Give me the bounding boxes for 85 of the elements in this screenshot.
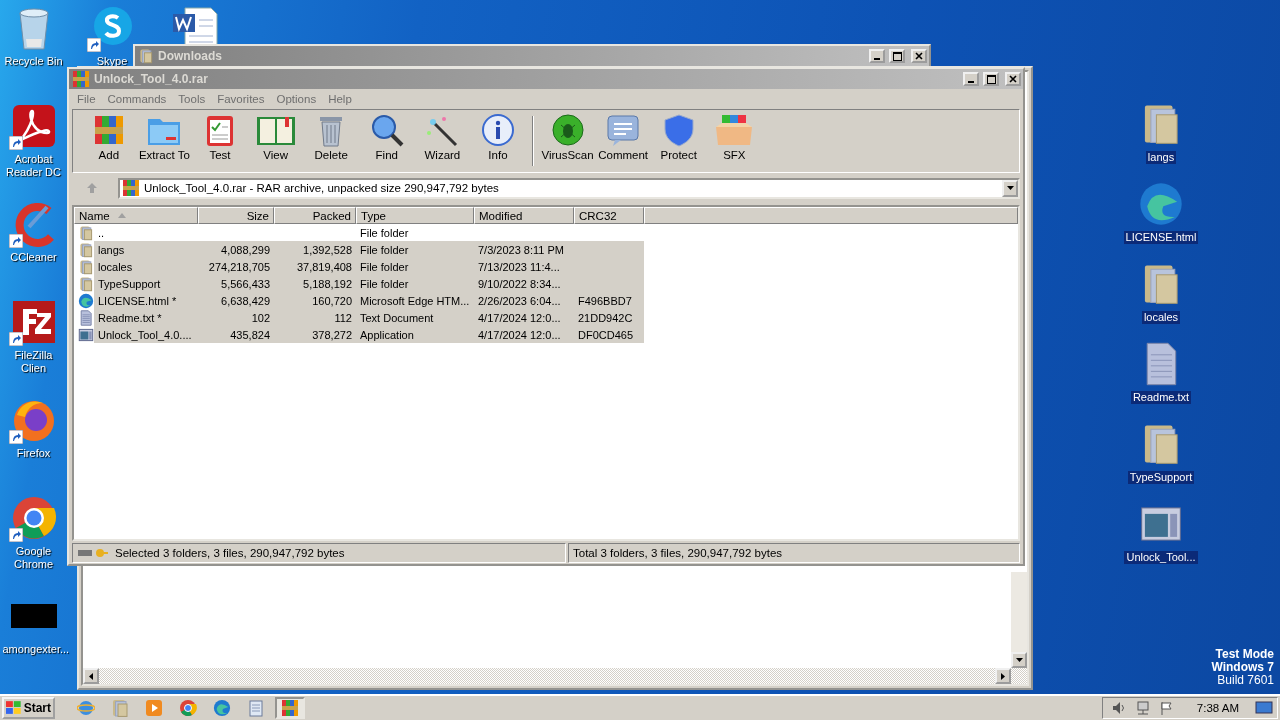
column-header[interactable]: Packed: [274, 207, 356, 224]
column-header[interactable]: Name: [74, 207, 198, 224]
file-row[interactable]: Unlock_Tool_4.0.... 435,824 378,272 Application 4/17/2024 12:0... DF0CD465: [94, 326, 644, 343]
desktop-icon-label[interactable]: Readme.txt: [1130, 391, 1192, 404]
table-cell-text: 4,088,299: [220, 242, 271, 258]
table-cell-text: F496BBD7: [577, 293, 633, 309]
column-header[interactable]: Size: [198, 207, 274, 224]
address-field[interactable]: Unlock_Tool_4.0.rar - RAR archive, unpacked size 290,947,792 bytes: [118, 177, 1020, 199]
table-cell-text: 7/3/2023 8:11 PM: [477, 242, 566, 258]
desktop-icon-label[interactable]: Acrobat Reader DC: [0, 153, 67, 179]
desktop-icon-label[interactable]: Google Chrome: [0, 545, 67, 571]
toolbar-button[interactable]: Find: [358, 110, 415, 172]
table-cell-text: 1,392,528: [302, 242, 353, 258]
table-cell-text: 102: [250, 310, 271, 326]
table-cell-text: 21DD942C: [577, 310, 634, 326]
table-cell-text: 2/26/2023 6:04...: [477, 293, 562, 309]
table-cell-text: 378,272: [311, 327, 353, 343]
toolbar-button[interactable]: Delete: [303, 110, 359, 172]
toolbar-button[interactable]: Comment: [595, 110, 651, 172]
menu-item[interactable]: Options: [271, 93, 322, 105]
desktop-icon-label[interactable]: amongexter...: [0, 643, 67, 656]
file-row[interactable]: LICENSE.html * 6,638,429 160,720 Microsoft Edge HTM... 2/26/2023 6:04... F496BBD7: [94, 292, 644, 309]
column-header[interactable]: CRC32: [574, 207, 644, 224]
watermark-text: Build 7601: [1217, 674, 1274, 687]
desktop-icon-label[interactable]: CCleaner: [8, 251, 59, 264]
table-cell-text: 9/10/2022 8:34...: [477, 276, 562, 292]
toolbar-button[interactable]: SFX: [706, 110, 763, 172]
file-name: locales: [97, 259, 134, 275]
table-cell-text: File folder: [359, 259, 410, 275]
desktop-icon-label[interactable]: LICENSE.html: [1123, 231, 1199, 244]
toolbar-button[interactable]: Extract To: [136, 110, 193, 172]
table-cell-text: 4/17/2024 12:0...: [477, 327, 562, 343]
toolbar-button[interactable]: Add: [81, 110, 137, 172]
table-cell-text: 274,218,705: [207, 259, 271, 275]
file-row[interactable]: Readme.txt * 102 112 Text Document 4/17/2024 12:0... 21DD942C: [94, 309, 644, 326]
file-name: Unlock_Tool_4.0....: [97, 327, 193, 343]
file-row[interactable]: locales 274,218,705 37,819,408 File folder 7/13/2023 11:4...: [94, 258, 644, 275]
table-cell-text: 5,188,192: [302, 276, 353, 292]
desktop-icon-label[interactable]: FileZilla Clien: [0, 349, 67, 375]
desktop-icon-label[interactable]: locales: [1141, 311, 1181, 324]
file-name: ..: [97, 225, 106, 241]
table-cell-text: 37,819,408: [295, 259, 353, 275]
file-name: Readme.txt *: [97, 310, 163, 326]
desktop-icon-label[interactable]: Skype: [94, 55, 130, 68]
table-cell-text: Application: [359, 327, 415, 343]
watermark-text: Windows 7: [1211, 661, 1274, 674]
window-title: Unlock_Tool_4.0.rar: [94, 72, 209, 86]
table-cell-text: 6,638,429: [220, 293, 271, 309]
file-row[interactable]: TypeSupport 5,566,433 5,188,192 File folder 9/10/2022 8:34...: [94, 275, 644, 292]
table-cell-text: 160,720: [311, 293, 353, 309]
table-cell-text: File folder: [359, 225, 410, 241]
status-text: Total 3 folders, 3 files, 290,947,792 bytes: [568, 543, 1020, 563]
toolbar-button[interactable]: Test: [192, 110, 248, 172]
toolbar-button[interactable]: Info: [470, 110, 526, 172]
table-cell-text: 112: [333, 310, 353, 326]
table-cell-text: 5,566,433: [220, 276, 271, 292]
file-row[interactable]: .. File folder: [94, 224, 644, 241]
toolbar-button[interactable]: VirusScan: [539, 110, 596, 172]
table-cell-text: DF0CD465: [577, 327, 635, 343]
table-cell-text: File folder: [359, 242, 410, 258]
desktop-icon-label[interactable]: langs: [1145, 151, 1177, 164]
toolbar-button[interactable]: View: [247, 110, 304, 172]
desktop-icon-label[interactable]: Firefox: [14, 447, 53, 460]
watermark-text: Test Mode: [1215, 648, 1274, 661]
status-text: Selected 3 folders, 3 files, 290,947,792 bytes: [115, 547, 345, 559]
column-header[interactable]: Modified: [474, 207, 574, 224]
toolbar-button[interactable]: Protect: [650, 110, 707, 172]
file-name: TypeSupport: [97, 276, 162, 292]
table-cell-text: 435,824: [229, 327, 271, 343]
desktop-icon-label[interactable]: Unlock_Tool...: [1124, 551, 1198, 564]
table-cell-text: 4/17/2024 12:0...: [477, 310, 562, 326]
table-cell-text: File folder: [359, 276, 410, 292]
window-title: Downloads: [158, 49, 223, 63]
desktop-icon-label[interactable]: TypeSupport: [1127, 471, 1195, 484]
toolbar-button[interactable]: Wizard: [414, 110, 471, 172]
file-name: langs: [97, 242, 126, 258]
menu-item[interactable]: Tools: [173, 93, 211, 105]
clock[interactable]: 7:38 AM: [1196, 702, 1239, 714]
table-cell-text: Microsoft Edge HTM...: [359, 293, 471, 309]
start-button[interactable]: Start: [2, 697, 55, 719]
column-header[interactable]: Type: [356, 207, 474, 224]
table-cell-text: Text Document: [359, 310, 435, 326]
file-row[interactable]: langs 4,088,299 1,392,528 File folder 7/3/2023 8:11 PM: [94, 241, 644, 258]
table-cell-text: 7/13/2023 11:4...: [477, 259, 561, 275]
file-name: LICENSE.html *: [97, 293, 178, 309]
